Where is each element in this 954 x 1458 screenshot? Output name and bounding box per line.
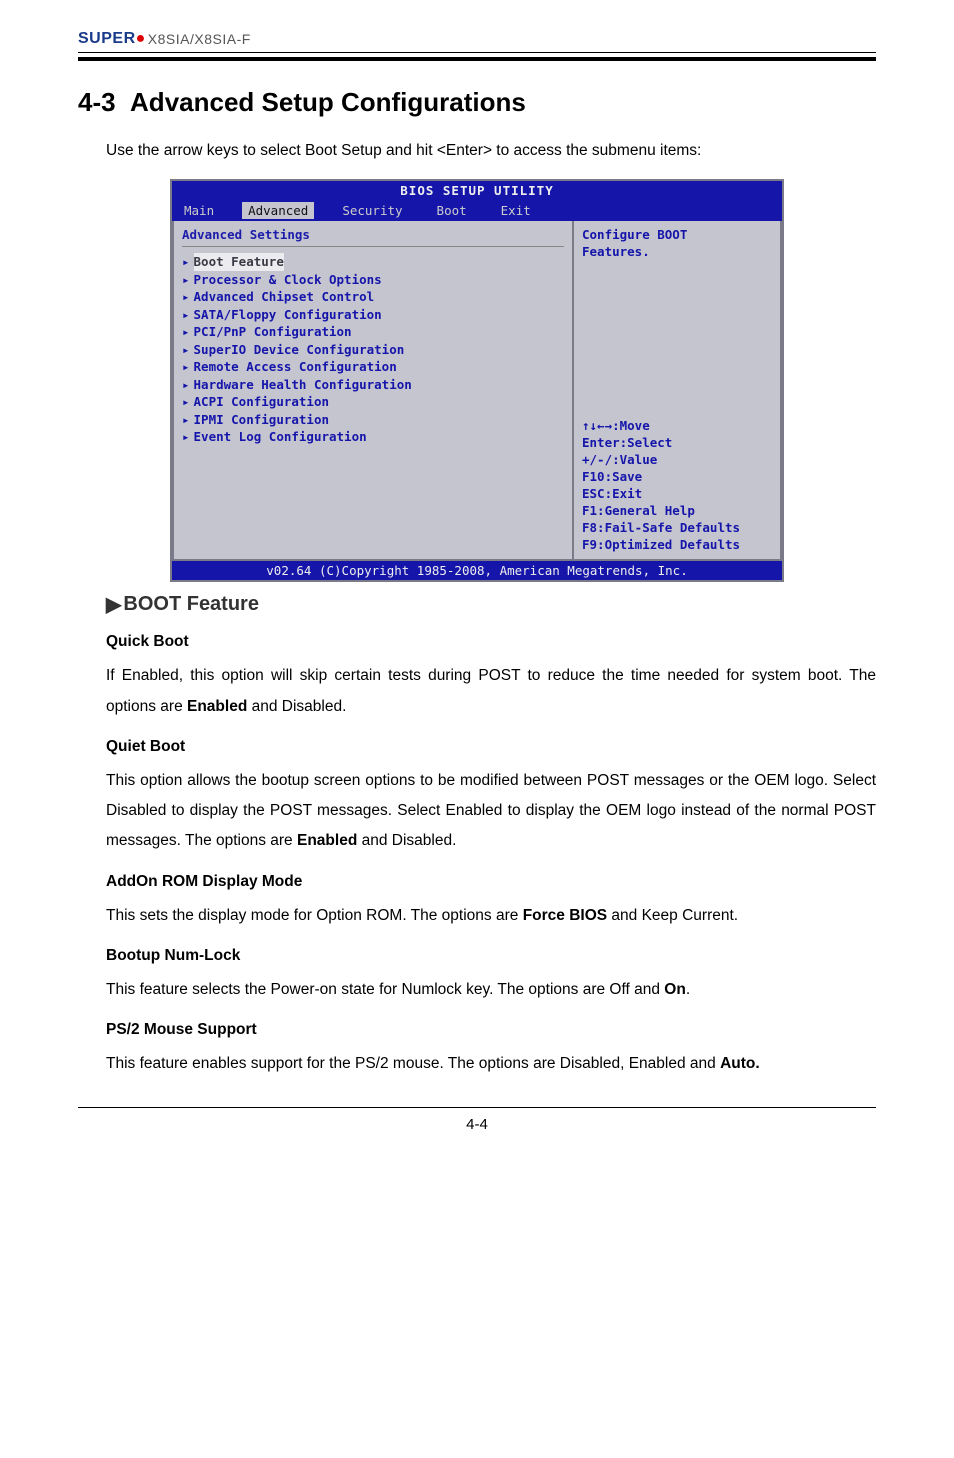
default-option: Auto. <box>720 1055 760 1072</box>
bios-help-line: Features. <box>582 244 772 261</box>
bios-screenshot: BIOS SETUP UTILITY Main Advanced Security B… <box>170 179 784 582</box>
bios-left-heading: Advanced Settings <box>182 227 564 242</box>
bios-menu-item-label: Event Log Configuration <box>194 428 367 446</box>
bios-help-description: Configure BOOTFeatures. <box>582 227 772 261</box>
bios-tab-boot[interactable]: Boot <box>431 202 473 219</box>
option-description: This sets the display mode for Option RO… <box>106 901 876 931</box>
page-number: 4-4 <box>78 1116 876 1133</box>
bios-key-help-line: ↑↓←→:Move <box>582 418 772 435</box>
bios-key-help-line: Enter:Select <box>582 435 772 452</box>
triangle-right-icon: ▸ <box>182 306 190 324</box>
bios-menu-item[interactable]: ▸Event Log Configuration <box>182 428 564 446</box>
section-title: 4-3 Advanced Setup Configurations <box>78 87 876 118</box>
bios-key-help-line: F1:General Help <box>582 503 772 520</box>
bios-menu-item-label: PCI/PnP Configuration <box>194 323 352 341</box>
bios-tab-main[interactable]: Main <box>178 202 220 219</box>
bios-menu-item-label: SATA/Floppy Configuration <box>194 306 382 324</box>
bios-menu-item-label: Remote Access Configuration <box>194 358 397 376</box>
option-description: This feature selects the Power-on state … <box>106 975 876 1005</box>
brand-dot-icon: ● <box>136 30 146 48</box>
triangle-right-icon: ▸ <box>182 253 190 271</box>
section-heading: Advanced Setup Configurations <box>130 87 526 117</box>
option-title: Quiet Boot <box>106 738 876 756</box>
triangle-right-icon: ▸ <box>182 358 190 376</box>
bios-key-help-line: F9:Optimized Defaults <box>582 537 772 554</box>
bios-menu-item[interactable]: ▸Hardware Health Configuration <box>182 376 564 394</box>
bios-menu-item[interactable]: ▸Boot Feature <box>182 253 564 271</box>
option-title: Bootup Num-Lock <box>106 947 876 965</box>
brand: SUPER <box>78 30 136 48</box>
triangle-right-icon: ▸ <box>182 376 190 394</box>
bios-menu-item-label: Boot Feature <box>194 253 284 271</box>
triangle-right-icon: ▸ <box>182 393 190 411</box>
default-option: Force BIOS <box>523 907 607 924</box>
bios-tab-exit[interactable]: Exit <box>495 202 537 219</box>
bios-help-line: Configure BOOT <box>582 227 772 244</box>
boot-feature-heading: ▶BOOT Feature <box>106 592 876 617</box>
bios-menu-item[interactable]: ▸PCI/PnP Configuration <box>182 323 564 341</box>
triangle-right-icon: ▸ <box>182 271 190 289</box>
bios-left-rule <box>182 246 564 247</box>
bios-title: BIOS SETUP UTILITY <box>172 181 782 200</box>
triangle-right-icon: ▸ <box>182 323 190 341</box>
bios-menu-item[interactable]: ▸IPMI Configuration <box>182 411 564 429</box>
footer-rule <box>78 1107 876 1108</box>
bios-menu: ▸Boot Feature▸Processor & Clock Options▸… <box>182 253 564 446</box>
bios-footer: v02.64 (C)Copyright 1985-2008, American … <box>172 561 782 580</box>
bios-menu-item-label: ACPI Configuration <box>194 393 329 411</box>
bios-key-help-line: F10:Save <box>582 469 772 486</box>
bios-menu-item[interactable]: ▸SuperIO Device Configuration <box>182 341 564 359</box>
bios-menu-item[interactable]: ▸SATA/Floppy Configuration <box>182 306 564 324</box>
default-option: Enabled <box>297 832 357 849</box>
bios-menu-item-label: Advanced Chipset Control <box>194 288 375 306</box>
bios-tab-advanced[interactable]: Advanced <box>242 202 314 219</box>
option-description: This option allows the bootup screen opt… <box>106 766 876 857</box>
bios-key-help: ↑↓←→:MoveEnter:Select+/-/:ValueF10:SaveE… <box>582 418 772 553</box>
triangle-right-icon: ▸ <box>182 288 190 306</box>
bios-menu-item[interactable]: ▸Processor & Clock Options <box>182 271 564 289</box>
bios-key-help-line: +/-/:Value <box>582 452 772 469</box>
bios-left-panel: Advanced Settings ▸Boot Feature▸Processo… <box>172 221 574 561</box>
page-header: SUPER●X8SIA/X8SIA-F <box>78 30 876 53</box>
option-description: This feature enables support for the PS/… <box>106 1049 876 1079</box>
triangle-right-icon: ▸ <box>182 341 190 359</box>
model: X8SIA/X8SIA-F <box>148 31 251 47</box>
option-title: AddOn ROM Display Mode <box>106 873 876 891</box>
option-description: If Enabled, this option will skip certai… <box>106 661 876 721</box>
bios-key-help-line: F8:Fail-Safe Defaults <box>582 520 772 537</box>
triangle-right-icon: ▸ <box>182 428 190 446</box>
bios-tabs: Main Advanced Security Boot Exit <box>172 200 782 221</box>
option-title: Quick Boot <box>106 633 876 651</box>
bios-tab-security[interactable]: Security <box>336 202 408 219</box>
bios-menu-item[interactable]: ▸Remote Access Configuration <box>182 358 564 376</box>
triangle-right-icon: ▶ <box>106 592 121 617</box>
option-title: PS/2 Mouse Support <box>106 1021 876 1039</box>
bios-menu-item-label: SuperIO Device Configuration <box>194 341 405 359</box>
bios-menu-item[interactable]: ▸Advanced Chipset Control <box>182 288 564 306</box>
boot-feature-label: BOOT Feature <box>123 593 259 615</box>
bios-menu-item-label: Processor & Clock Options <box>194 271 382 289</box>
header-rule <box>78 57 876 61</box>
bios-menu-item-label: IPMI Configuration <box>194 411 329 429</box>
default-option: Enabled <box>187 698 247 715</box>
bios-right-panel: Configure BOOTFeatures. ↑↓←→:MoveEnter:S… <box>574 221 782 561</box>
bios-key-help-line: ESC:Exit <box>582 486 772 503</box>
bios-menu-item[interactable]: ▸ACPI Configuration <box>182 393 564 411</box>
triangle-right-icon: ▸ <box>182 411 190 429</box>
section-intro: Use the arrow keys to select Boot Setup … <box>106 136 876 165</box>
default-option: On <box>664 981 686 998</box>
section-number: 4-3 <box>78 87 116 117</box>
bios-menu-item-label: Hardware Health Configuration <box>194 376 412 394</box>
